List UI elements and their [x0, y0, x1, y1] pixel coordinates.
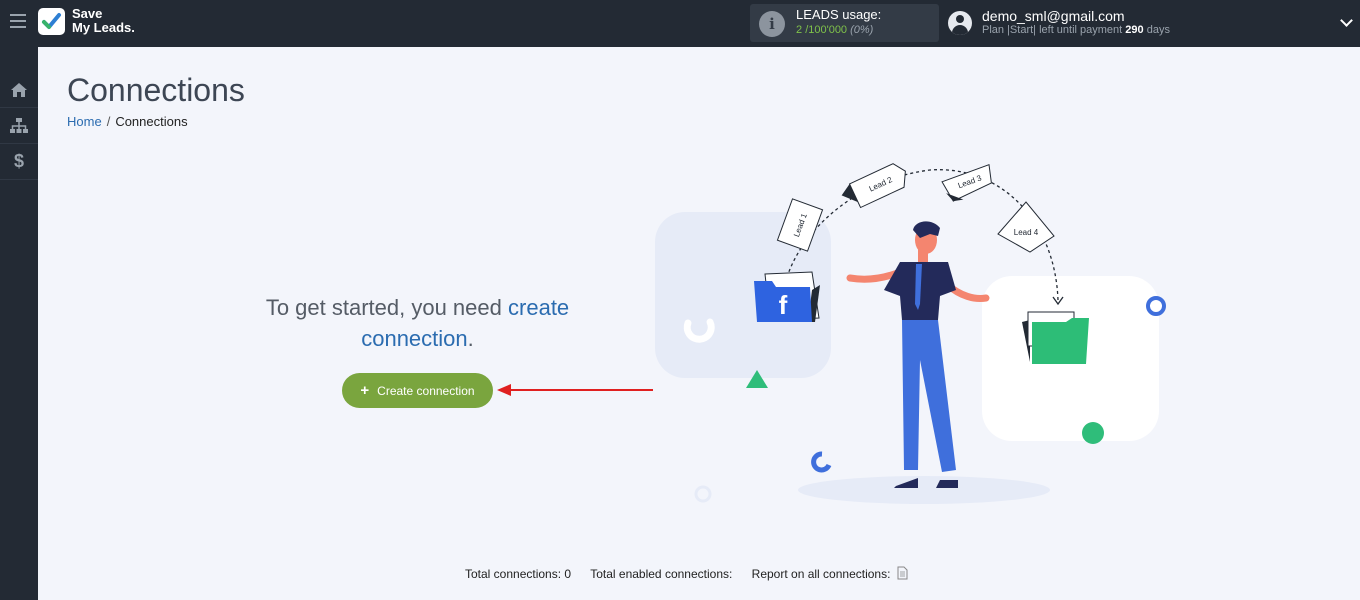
lead-4-label: Lead 4: [1014, 228, 1039, 237]
intro-text: To get started, you need: [265, 295, 502, 320]
intro-period: .: [467, 326, 474, 351]
plus-icon: +: [360, 382, 370, 399]
connections-illustration: Lead 1 Lead 2 Lead 3 Lead 4 f: [655, 163, 1166, 504]
create-link-part-1[interactable]: create: [508, 295, 569, 320]
total-connections: Total connections: 0: [465, 567, 571, 581]
total-enabled-connections-label: Total enabled connections:: [590, 567, 733, 581]
create-link-part-2[interactable]: connection: [361, 326, 467, 351]
footer-stats: Total connections: 0 Total enabled conne…: [465, 566, 908, 581]
person-illustration: [846, 221, 990, 488]
decor-ring: [811, 451, 832, 473]
decor-green-dot: [1082, 422, 1104, 444]
create-connection-button[interactable]: + Create connection: [342, 373, 493, 408]
green-folder-icon: [1022, 311, 1089, 364]
decor-blue-dot: [1146, 296, 1166, 316]
floor-shadow: [798, 476, 1050, 504]
decor-circle: [694, 485, 712, 503]
report-link[interactable]: Report on all connections:: [751, 566, 908, 581]
report-label: Report on all connections:: [751, 567, 891, 581]
document-icon[interactable]: [897, 566, 908, 580]
lead-4-sheet: Lead 4: [997, 201, 1055, 253]
total-connections-label: Total connections:: [465, 567, 562, 581]
total-connections-value: 0: [564, 567, 572, 581]
lead-3-sheet: Lead 3: [941, 164, 992, 202]
empty-state-message: To get started, you need create connecti…: [240, 292, 595, 354]
lead-2-sheet: Lead 2: [841, 163, 906, 209]
facebook-f-letter: f: [779, 290, 788, 320]
create-connection-label: Create connection: [377, 383, 475, 398]
